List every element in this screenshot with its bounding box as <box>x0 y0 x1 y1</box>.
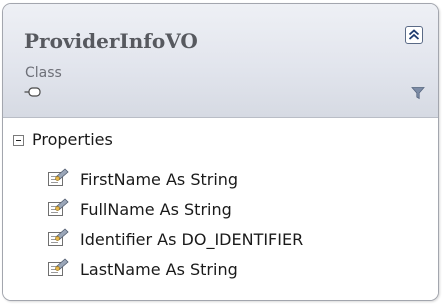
minus-box-icon[interactable] <box>13 135 24 146</box>
member-text: FirstName As String <box>80 170 239 189</box>
property-icon <box>48 198 69 216</box>
class-name[interactable]: ProviderInfoVO <box>24 29 198 53</box>
collapse-button[interactable] <box>405 26 423 44</box>
compartment-title: Properties <box>32 130 113 149</box>
double-chevron-up-icon <box>408 29 420 40</box>
property-icon <box>48 258 69 276</box>
property-icon <box>48 168 69 186</box>
property-icon <box>48 228 69 246</box>
filter-icon[interactable] <box>411 86 425 100</box>
member-text: FullName As String <box>80 200 232 219</box>
lollipop-icon <box>24 87 41 97</box>
class-shape[interactable]: ProviderInfoVO Class Properties FirstNam… <box>2 3 439 301</box>
properties-compartment: Properties FirstName As String FullName … <box>3 118 438 300</box>
member-text: Identifier As DO_IDENTIFIER <box>80 230 304 249</box>
class-stereotype: Class <box>25 65 62 81</box>
member-text: LastName As String <box>80 260 238 279</box>
class-header[interactable]: ProviderInfoVO Class <box>3 4 438 118</box>
